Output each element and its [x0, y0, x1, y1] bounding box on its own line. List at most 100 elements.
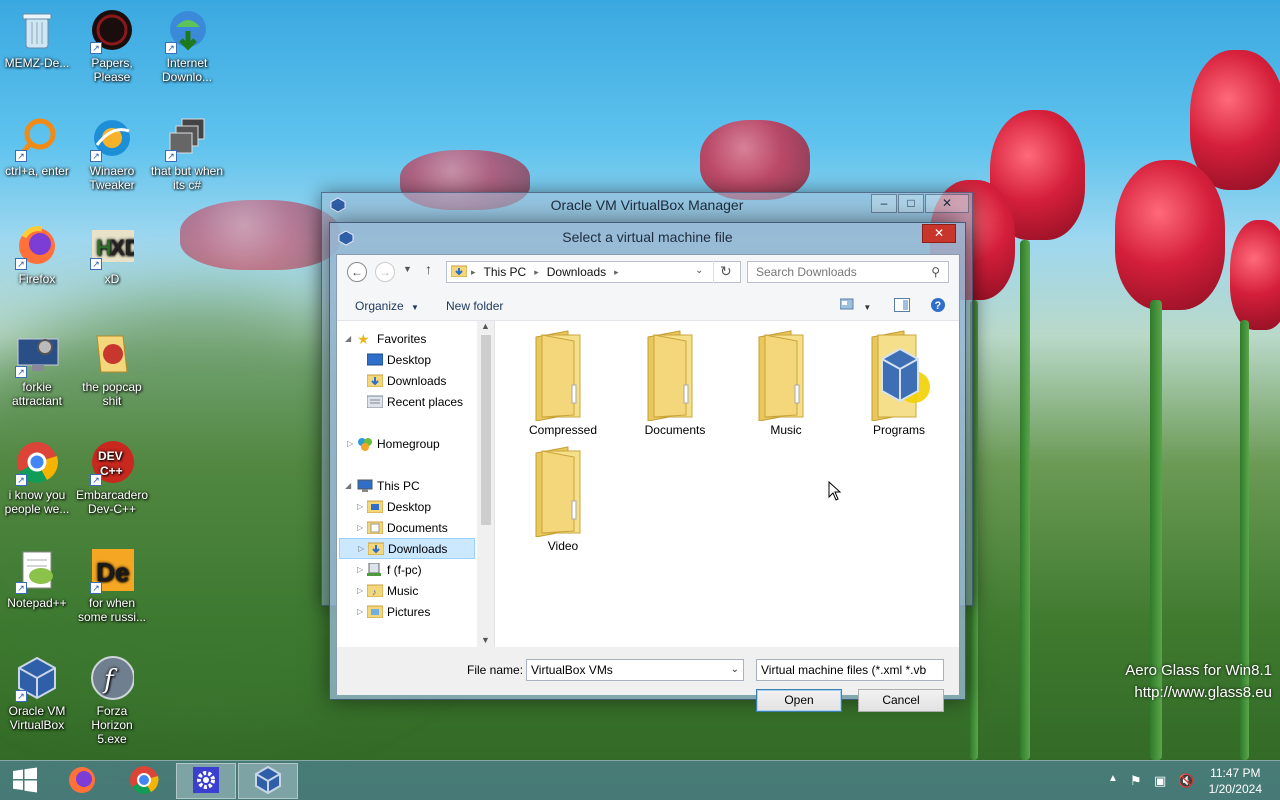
flag-icon[interactable]: ⚑ [1130, 773, 1142, 789]
organize-button[interactable]: Organize ▼ [355, 299, 419, 313]
scroll-down-icon[interactable]: ▼ [481, 635, 490, 645]
close-button[interactable]: ✕ [925, 194, 969, 213]
collapse-triangle-icon[interactable]: ▷ [358, 544, 364, 553]
nav-pc-desktop[interactable]: ▷ Desktop [337, 496, 477, 517]
desktop-icon-label: the popcap shit [82, 380, 142, 408]
taskbar-winaero[interactable] [176, 763, 236, 799]
preview-pane-button[interactable] [894, 298, 910, 315]
desktop-icon-virtualbox[interactable]: ↗ Oracle VM VirtualBox [0, 656, 74, 732]
mouse-pointer-icon [828, 480, 842, 504]
expand-triangle-icon[interactable]: ◢ [345, 481, 351, 490]
desktop-icon-recycle-bin[interactable]: MEMZ-De... [0, 8, 74, 70]
nav-homegroup[interactable]: ▷ Homegroup [337, 433, 477, 454]
refresh-icon[interactable]: ↻ [720, 263, 732, 280]
collapse-triangle-icon[interactable]: ▷ [357, 565, 363, 574]
svg-text:?: ? [935, 300, 942, 312]
dialog-close-button[interactable]: ✕ [922, 224, 956, 243]
speaker-muted-icon[interactable]: 🔇 [1178, 773, 1194, 789]
nav-favorites[interactable]: ◢ ★ Favorites [337, 328, 477, 349]
collapse-triangle-icon[interactable]: ▷ [357, 586, 363, 595]
back-button[interactable]: ← [347, 262, 367, 282]
new-folder-button[interactable]: New folder [446, 299, 503, 313]
open-button[interactable]: Open [756, 689, 842, 712]
breadcrumb-downloads[interactable]: Downloads [547, 265, 606, 279]
desktop-icon-winaero[interactable]: ↗ Winaero Tweaker [75, 116, 149, 192]
desktop-icon-label: that but when its c# [150, 164, 224, 192]
recent-locations-button[interactable]: ▼ [403, 264, 412, 274]
nav-fav-recent[interactable]: Recent places [337, 391, 477, 412]
desktop-icon-notepadpp[interactable]: ↗ Notepad++ [0, 548, 74, 610]
folder-item[interactable]: Music [738, 329, 834, 437]
show-hidden-icons-icon[interactable]: ▲ [1108, 773, 1118, 784]
nav-fav-desktop[interactable]: Desktop [337, 349, 477, 370]
expand-triangle-icon[interactable]: ◢ [345, 334, 351, 343]
nav-scrollbar[interactable]: ▲ ▼ [477, 321, 494, 647]
address-bar[interactable]: ▸ This PC ▸ Downloads ▸ ⌄ ↻ [446, 261, 741, 283]
file-name-input[interactable]: VirtualBox VMs ⌄ [526, 659, 744, 681]
nav-pc-network-drive[interactable]: ▷ f (f-pc) [337, 559, 477, 580]
change-view-button[interactable]: ▼ [839, 298, 871, 313]
desktop-icon-forza[interactable]: f Forza Horizon 5.exe [75, 656, 149, 746]
desktop-icon-ctrl-a-enter[interactable]: ↗ ctrl+a, enter [0, 116, 74, 178]
folder-item[interactable]: Compressed [515, 329, 611, 437]
command-bar: Organize ▼ New folder ▼ ? [337, 291, 959, 321]
nav-this-pc[interactable]: ◢ This PC [337, 475, 477, 496]
desktop-icon-devcpp[interactable]: DEV C++ ↗ Embarcadero Dev-C++ [75, 440, 149, 516]
taskbar-chrome[interactable] [114, 763, 174, 799]
desktop-icon-label: Internet Downlo... [161, 56, 213, 84]
desktop-icon-chrome[interactable]: ↗ i know you people we... [0, 440, 74, 516]
maximize-button[interactable]: □ [898, 194, 924, 213]
scroll-up-icon[interactable]: ▲ [481, 321, 490, 331]
breadcrumb-separator-icon: ▸ [614, 266, 619, 277]
taskbar-firefox[interactable] [52, 763, 112, 799]
select-vm-file-dialog[interactable]: Select a virtual machine file ✕ ← → ▼ ↑ … [329, 222, 966, 712]
file-list[interactable]: Compressed Documents Music Programs Vide… [495, 321, 959, 647]
firefox-icon [67, 765, 97, 798]
nav-pc-pictures[interactable]: ▷ Pictures [337, 601, 477, 622]
desktop-icon-popcap[interactable]: the popcap shit [75, 332, 149, 408]
nav-pc-documents[interactable]: ▷ Documents [337, 517, 477, 538]
desktop-icon-xd[interactable]: H XD ↗ xD [75, 224, 149, 286]
desktop-icon-firefox[interactable]: ↗ Firefox [0, 224, 74, 286]
folder-label: Documents [644, 423, 706, 437]
scroll-thumb[interactable] [481, 335, 491, 525]
start-button[interactable] [0, 763, 50, 799]
clock[interactable]: 11:47 PM 1/20/2024 [1209, 765, 1262, 797]
navigation-pane[interactable]: ◢ ★ Favorites Desktop Downloads Recent p… [337, 321, 495, 647]
nav-fav-downloads[interactable]: Downloads [337, 370, 477, 391]
network-icon[interactable]: ▣ [1154, 773, 1166, 789]
desktop-icon-forkie[interactable]: ↗ forkie attractant [0, 332, 74, 408]
file-type-select[interactable]: Virtual machine files (*.xml *.vb [756, 659, 944, 681]
virtualbox-icon [254, 765, 282, 797]
folder-item[interactable]: Documents [627, 329, 723, 437]
address-dropdown-icon[interactable]: ⌄ [695, 265, 703, 276]
collapse-triangle-icon[interactable]: ▷ [357, 607, 363, 616]
arrow-left-icon: ← [351, 265, 363, 279]
minimize-button[interactable]: – [871, 194, 897, 213]
shortcut-arrow-icon: ↗ [15, 150, 27, 162]
desktop-icon-stack[interactable]: ↗ that but when its c# [150, 116, 224, 192]
chevron-down-icon[interactable]: ⌄ [731, 660, 739, 680]
desktop-icon-label: Firefox [18, 272, 56, 286]
nav-pc-music[interactable]: ▷ ♪ Music [337, 580, 477, 601]
taskbar-virtualbox[interactable] [238, 763, 298, 799]
file-name-value: VirtualBox VMs [531, 663, 613, 677]
breadcrumb-this-pc[interactable]: This PC [484, 265, 527, 279]
nav-pc-downloads[interactable]: ▷ Downloads [339, 538, 475, 559]
collapse-triangle-icon[interactable]: ▷ [357, 502, 363, 511]
folder-item[interactable]: Programs [851, 329, 947, 437]
file-type-value: Virtual machine files (*.xml *.vb [761, 663, 927, 677]
collapse-triangle-icon[interactable]: ▷ [347, 439, 353, 448]
search-ring-icon: ↗ [15, 116, 59, 162]
forward-button[interactable]: → [375, 262, 395, 282]
desktop-icon-papers-please[interactable]: ↗ Papers, Please [75, 8, 149, 84]
up-button[interactable]: ↑ [425, 261, 432, 277]
desktop-icon-internet-download[interactable]: ↗ Internet Downlo... [150, 8, 224, 84]
folder-item[interactable]: Video [515, 445, 611, 553]
search-input[interactable]: Search Downloads ⚲ [747, 261, 949, 283]
collapse-triangle-icon[interactable]: ▷ [357, 523, 363, 532]
cancel-button[interactable]: Cancel [858, 689, 944, 712]
desktop-icon-de[interactable]: De ↗ for when some russi... [75, 548, 149, 624]
watermark-line2: http://www.glass8.eu [1134, 684, 1272, 701]
help-button[interactable]: ? [930, 297, 946, 316]
